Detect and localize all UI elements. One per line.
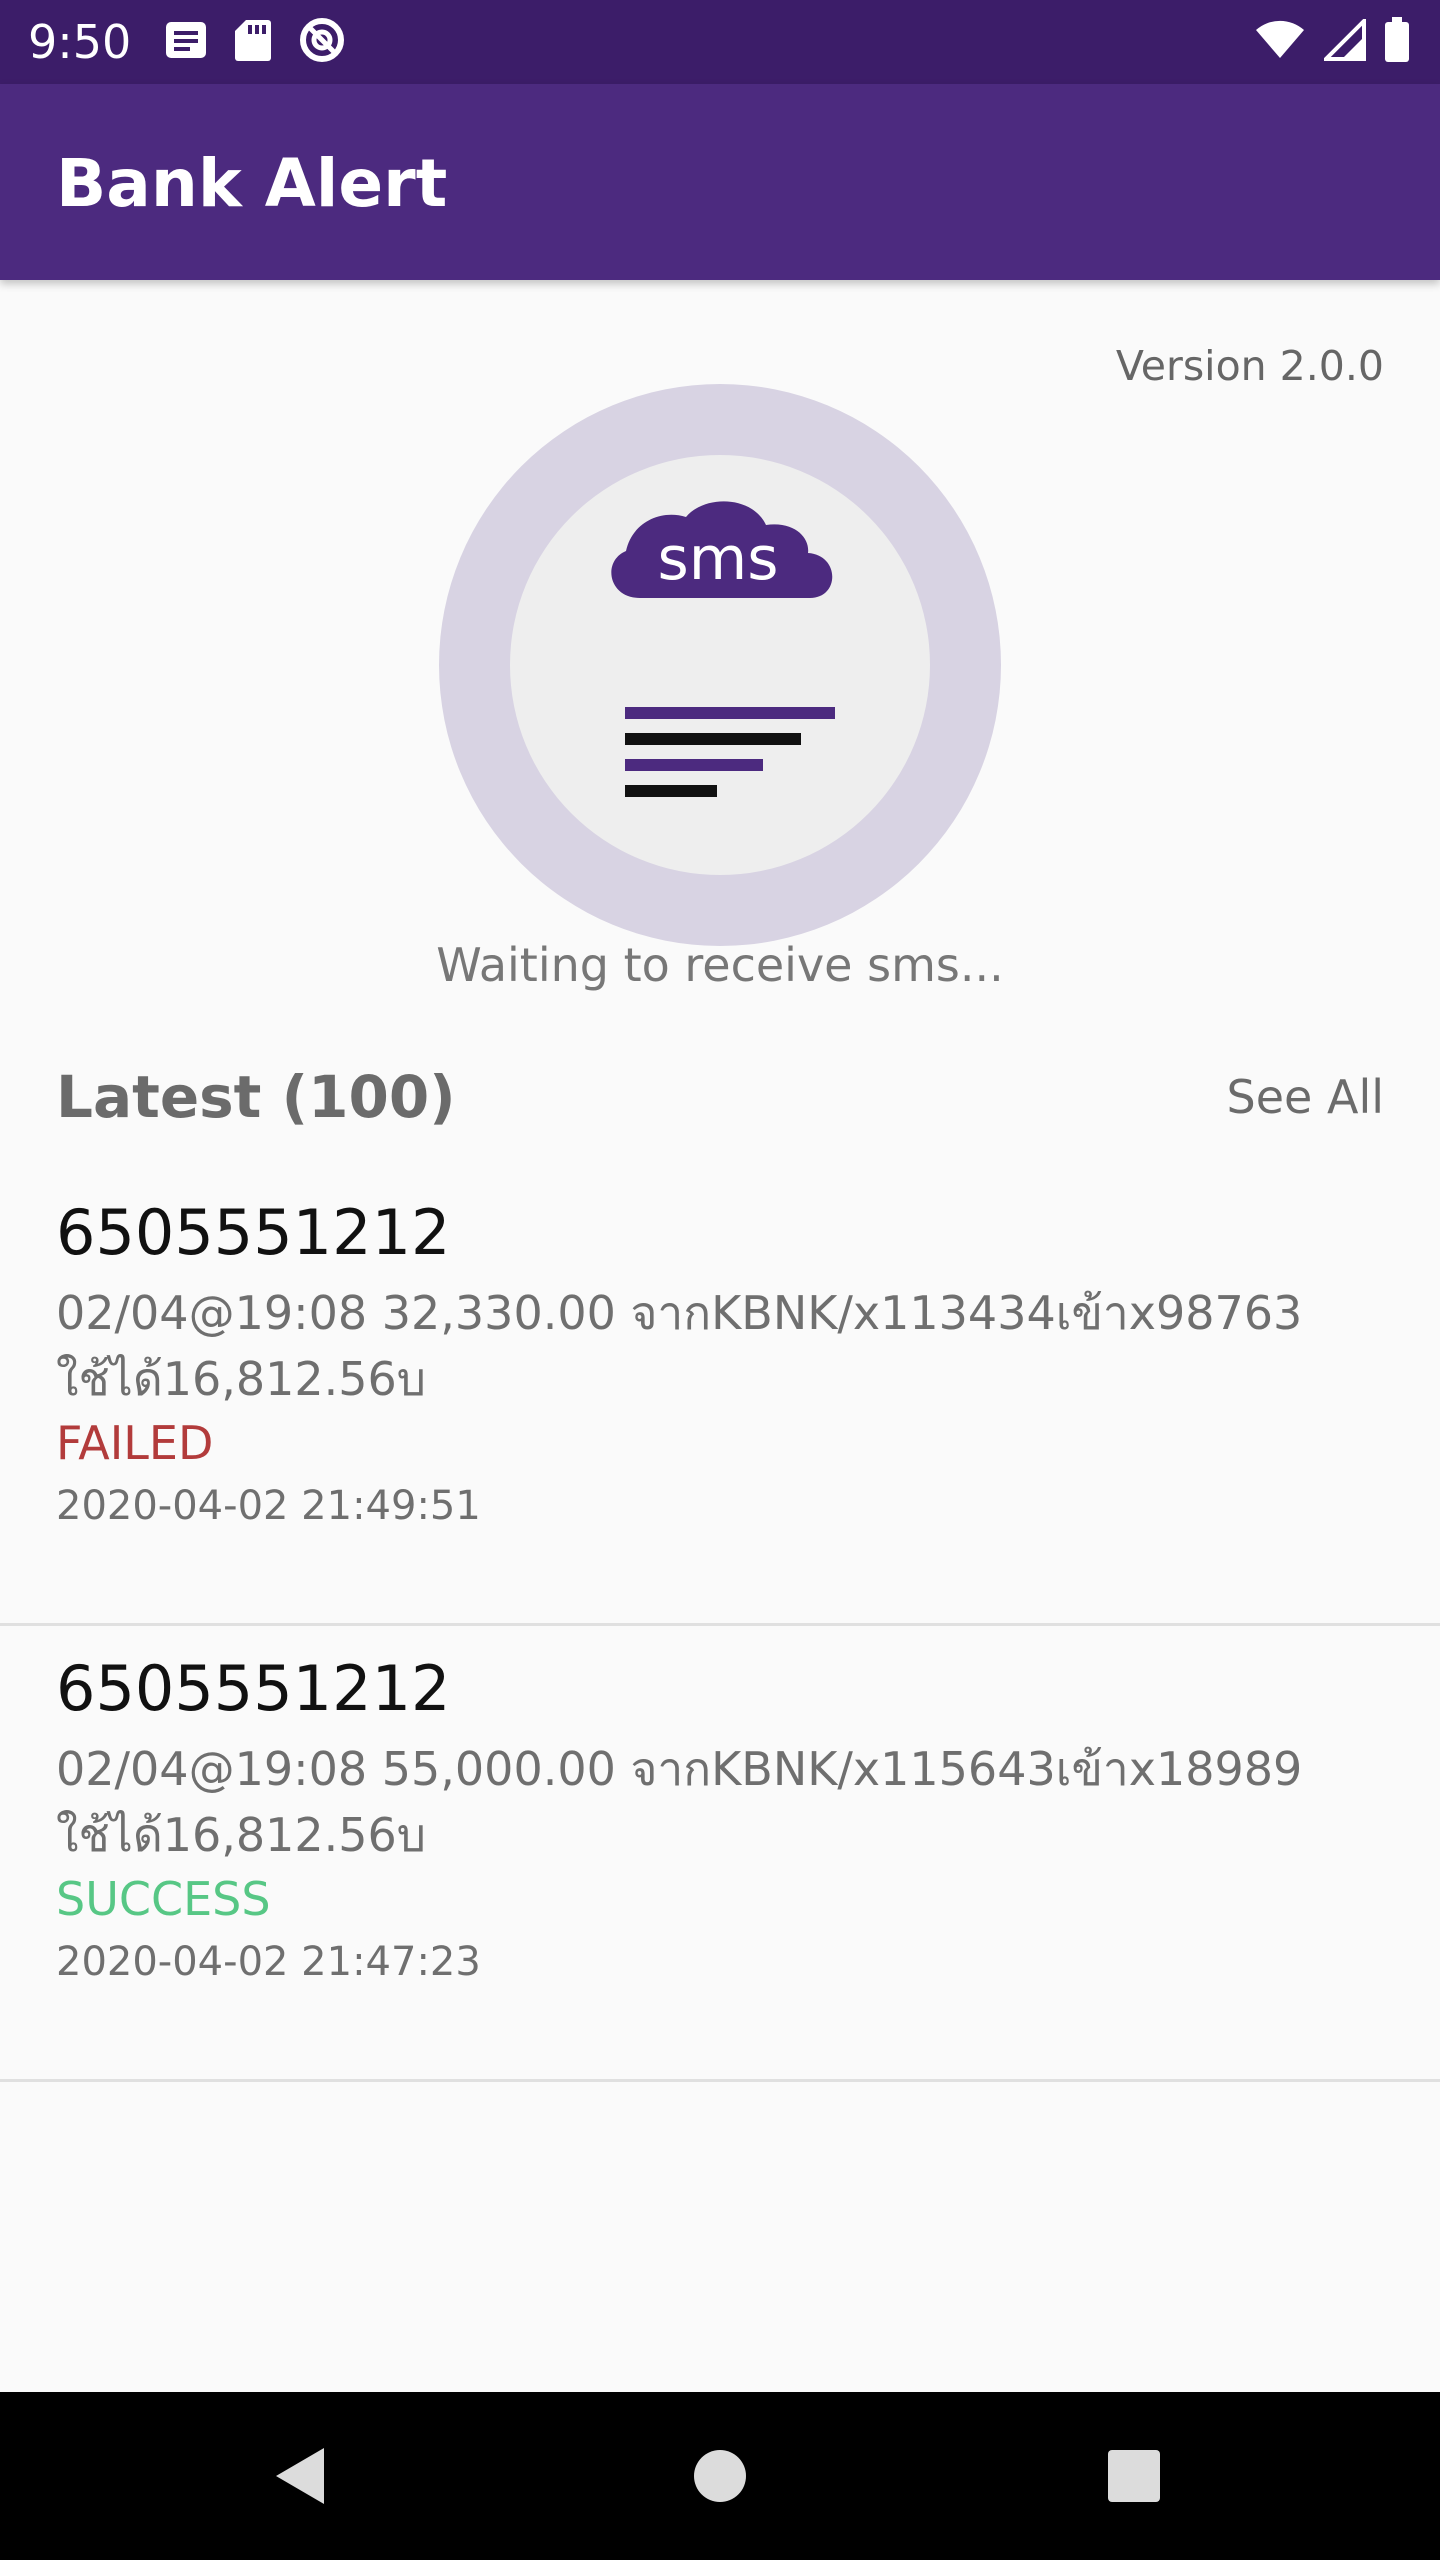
sms-timestamp: 2020-04-02 21:49:51: [56, 1483, 481, 1529]
sms-status-circle: sms: [439, 384, 1001, 946]
sms-sender: 6505551212: [56, 1196, 451, 1269]
back-button[interactable]: [260, 2436, 340, 2516]
sms-status-success: SUCCESS: [56, 1872, 271, 1926]
sms-status-inner-circle: sms: [510, 455, 930, 875]
sms-list: 6505551212 02/04@19:08 32,330.00 จากKBNK…: [0, 1170, 1440, 2082]
signal-icon: [1321, 16, 1366, 65]
list-item[interactable]: 6505551212 02/04@19:08 32,330.00 จากKBNK…: [0, 1170, 1440, 1626]
sd-card-icon: [234, 18, 272, 66]
battery-icon: [1384, 17, 1410, 67]
app-title: Bank Alert: [56, 145, 448, 222]
sms-body: 02/04@19:08 55,000.00 จากKBNK/x115643เข้…: [56, 1742, 1303, 1862]
waiting-status-text: Waiting to receive sms...: [436, 938, 1004, 992]
sms-status-failed: FAILED: [56, 1416, 214, 1470]
sms-timestamp: 2020-04-02 21:47:23: [56, 1939, 481, 1985]
recents-icon: [1108, 2450, 1160, 2502]
list-item[interactable]: 6505551212 02/04@19:08 55,000.00 จากKBNK…: [0, 1626, 1440, 2082]
sms-sender: 6505551212: [56, 1652, 451, 1725]
at-sign-icon: [298, 16, 346, 68]
sms-body: 02/04@19:08 32,330.00 จากKBNK/x113434เข้…: [56, 1286, 1303, 1406]
status-time: 9:50: [28, 15, 132, 69]
sms-cloud-label: sms: [658, 524, 779, 594]
navigation-bar: [0, 2392, 1440, 2560]
message-icon: [164, 20, 208, 64]
sms-cloud-icon: sms: [611, 501, 835, 797]
recents-button[interactable]: [1094, 2436, 1174, 2516]
wifi-icon: [1254, 20, 1306, 64]
see-all-link[interactable]: See All: [1227, 1064, 1384, 1130]
back-icon: [276, 2448, 324, 2504]
version-label: Version 2.0.0: [1115, 342, 1384, 390]
home-icon: [694, 2450, 746, 2502]
app-bar: Bank Alert: [0, 84, 1440, 280]
status-bar: 9:50: [0, 0, 1440, 84]
latest-title: Latest (100): [56, 1063, 456, 1131]
status-left-icons: [164, 18, 346, 66]
status-right-icons: [1254, 16, 1410, 67]
home-button[interactable]: [680, 2436, 760, 2516]
